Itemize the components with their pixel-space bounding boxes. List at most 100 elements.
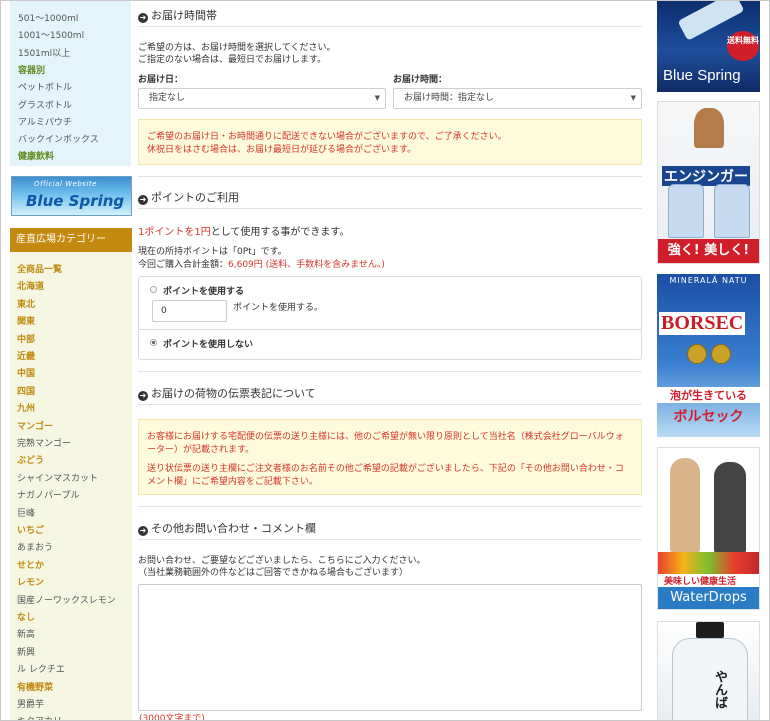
- caret-down-icon: ▼: [374, 94, 380, 102]
- ad-brand-text: エンジンガー: [662, 166, 750, 186]
- points-current: 現在の所持ポイントは「0Pt」です。: [138, 247, 287, 257]
- points-input[interactable]: 0: [152, 300, 227, 322]
- comment-textarea[interactable]: [138, 584, 642, 711]
- category-item[interactable]: 完熟マンゴー: [17, 436, 71, 449]
- sidebar-volume-list: 501〜1000ml 1001〜1500ml 1501ml以上 容器別ペットボトル グラ…: [10, 1, 131, 166]
- category-item[interactable]: 巨峰: [17, 506, 35, 519]
- category-item[interactable]: ル レクチエ: [17, 662, 65, 675]
- category-item[interactable]: 九州: [17, 401, 35, 414]
- volume-item[interactable]: グラスボトル: [18, 98, 72, 111]
- delivery-notice: ご希望のお届け日・お時間通りに配送できない場合がございますので、ご了承ください。…: [138, 119, 642, 165]
- ad-top-text: MINERALĂ NATU: [669, 276, 748, 285]
- use-points-label: ポイントを使用する: [163, 287, 245, 297]
- borsec-ad-banner[interactable]: MINERALĂ NATU BORSEC 泡が生きている ボルセック: [657, 274, 760, 437]
- ad-brand-text: BORSEC: [659, 312, 746, 335]
- ad-slogan: 美味しい健康生活: [664, 577, 737, 587]
- free-shipping-badge: 送料無料: [727, 31, 759, 61]
- divider: [138, 371, 642, 372]
- banner-small-text: Official Website: [34, 180, 97, 188]
- blue-spring-sidebar-banner[interactable]: Official Website Blue Spring: [11, 176, 132, 216]
- use-points-radio[interactable]: [150, 286, 157, 293]
- points-total: 今回ご購入合計金額：6,609円 (送料、手数料を含みません。): [138, 260, 385, 270]
- category-item[interactable]: 男爵芋: [17, 697, 44, 710]
- volume-item[interactable]: 健康飲料: [18, 149, 54, 162]
- ad-slogan: 泡が生きている: [657, 387, 760, 403]
- page-frame: 501〜1000ml 1001〜1500ml 1501ml以上 容器別ペットボトル グラ…: [0, 0, 770, 721]
- delivery-time-label: お届け時間：: [393, 75, 448, 85]
- points-lead: 1ポイントを1円として使用する事ができます。: [138, 227, 350, 238]
- fruit-image: [658, 552, 759, 574]
- comment-char-counter: (3000文字まで): [139, 714, 205, 721]
- category-item[interactable]: 中国: [17, 366, 35, 379]
- comment-desc-2: （当社業務範囲外の件などはご回答できかねる場合もございます）: [138, 568, 409, 578]
- category-item[interactable]: キタアカリ: [17, 714, 62, 720]
- category-item[interactable]: 近畿: [17, 349, 35, 362]
- ensinger-ad-banner[interactable]: エンジンガー 強く! 美しく!: [657, 101, 760, 264]
- waterdrops-ad-banner[interactable]: 美味しい健康生活 WaterDrops: [657, 447, 760, 610]
- category-item[interactable]: 全商品一覧: [17, 262, 62, 275]
- volume-item[interactable]: アルミパウチ: [18, 115, 72, 128]
- volume-item[interactable]: 501〜1000ml: [18, 11, 78, 24]
- blue-spring-ad-banner[interactable]: 送料無料 Blue Spring: [657, 1, 760, 92]
- volume-item[interactable]: バックインボックス: [18, 132, 99, 145]
- category-item[interactable]: 有機野菜: [17, 680, 53, 693]
- arrow-circle-icon: ➜: [138, 391, 148, 401]
- volume-item[interactable]: 1501ml以上: [18, 46, 70, 59]
- volume-item[interactable]: ペットボトル: [18, 80, 72, 93]
- ad-slogan: 強く! 美しく!: [658, 239, 759, 263]
- category-item[interactable]: 関東: [17, 314, 35, 327]
- delivery-date-select[interactable]: 指定なし ▼: [138, 88, 386, 109]
- ad-brand-kana: やんば: [712, 670, 727, 709]
- medal-icon: [687, 344, 707, 364]
- man-image: [714, 462, 746, 554]
- volume-item[interactable]: 容器別: [18, 63, 45, 76]
- divider: [139, 329, 641, 330]
- category-item[interactable]: 四国: [17, 384, 35, 397]
- runner-image: [694, 108, 724, 148]
- category-item[interactable]: あまおう: [17, 540, 53, 553]
- medal-icon: [711, 344, 731, 364]
- comment-section-title: ➜ その他お問い合わせ・コメント欄: [138, 522, 316, 536]
- points-input-suffix: ポイントを使用する。: [233, 303, 324, 313]
- woman-image: [670, 458, 700, 553]
- arrow-circle-icon: ➜: [138, 195, 148, 205]
- category-item[interactable]: ぶどう: [17, 453, 44, 466]
- category-item[interactable]: 中部: [17, 332, 35, 345]
- category-header: 産直広場カテゴリー: [10, 228, 132, 252]
- category-item[interactable]: シャインマスカット: [17, 471, 98, 484]
- divider: [138, 176, 642, 177]
- no-points-label: ポイントを使用しない: [163, 340, 254, 350]
- category-item[interactable]: なし: [17, 610, 35, 623]
- category-item[interactable]: いちご: [17, 523, 44, 536]
- category-item[interactable]: 北海道: [17, 279, 44, 292]
- banner-logo-text: Blue Spring: [26, 192, 125, 210]
- category-item[interactable]: 東北: [17, 297, 35, 310]
- arrow-circle-icon: ➜: [138, 13, 148, 23]
- delivery-date-label: お届け日：: [138, 75, 184, 85]
- divider: [138, 506, 642, 507]
- category-item[interactable]: 新高: [17, 627, 35, 640]
- category-item[interactable]: 新興: [17, 645, 35, 658]
- bottle-image: [668, 184, 704, 238]
- bottle-image: [714, 184, 750, 238]
- delivery-time-select[interactable]: お届け時間：指定なし ▼: [393, 88, 642, 109]
- no-points-radio[interactable]: [150, 339, 157, 346]
- category-item[interactable]: せとか: [17, 558, 44, 571]
- divider: [138, 26, 642, 27]
- bottle-cap-image: [696, 622, 724, 638]
- points-panel: ポイントを使用する 0 ポイントを使用する。 ポイントを使用しない: [138, 276, 642, 360]
- yanbaru-ad-banner[interactable]: やんば: [657, 621, 760, 720]
- category-item[interactable]: レモン: [17, 575, 44, 588]
- delivery-section-title: ➜ お届け時間帯: [138, 9, 217, 23]
- ad-brand-text: WaterDrops: [658, 587, 759, 609]
- ad-brand-kana: ボルセック: [673, 409, 744, 425]
- category-item[interactable]: マンゴー: [17, 419, 53, 432]
- divider: [138, 208, 642, 209]
- points-section-title: ➜ ポイントのご利用: [138, 191, 239, 205]
- category-item[interactable]: 国産ノーワックスレモン: [17, 593, 116, 606]
- slip-notice: お客様にお届けする宅配便の伝票の送り主様には、他のご希望が無い限り原則として当社…: [138, 419, 642, 495]
- delivery-desc-2: ご指定のない場合は、最短日でお届けします。: [138, 55, 327, 65]
- arrow-circle-icon: ➜: [138, 526, 148, 536]
- volume-item[interactable]: 1001〜1500ml: [18, 28, 84, 41]
- category-item[interactable]: ナガノパープル: [17, 488, 79, 501]
